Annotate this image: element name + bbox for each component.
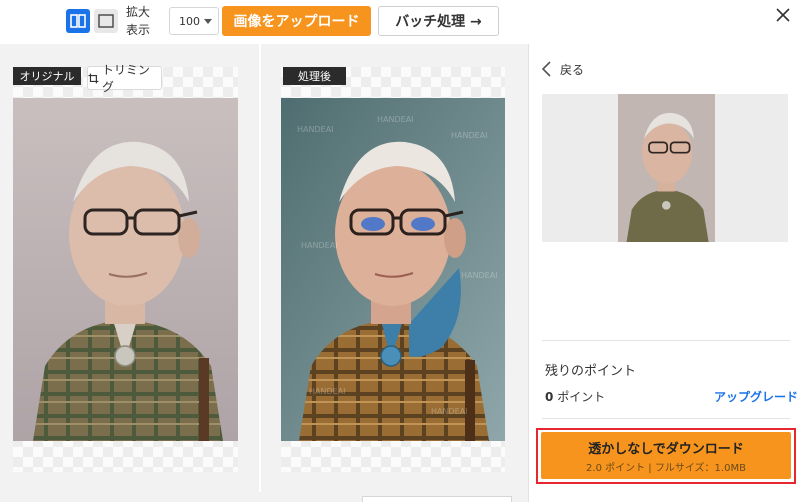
trim-label: トリミング	[101, 63, 150, 94]
remaining-points: 0 ポイント	[545, 388, 605, 405]
watermark-text: HANDEAI	[377, 115, 414, 124]
panel-separator	[542, 418, 790, 419]
split-view-icon	[70, 14, 86, 28]
single-view-button[interactable]	[94, 9, 118, 33]
close-icon[interactable]	[772, 4, 794, 26]
back-label: 戻る	[560, 62, 585, 77]
back-link[interactable]: 戻る	[540, 58, 584, 80]
watermark-text: HANDEAI	[431, 407, 468, 416]
crop-icon	[88, 73, 99, 83]
chevron-down-icon	[204, 19, 212, 24]
thumbnail-image	[618, 94, 715, 242]
processed-tag: 処理後	[283, 67, 346, 85]
watermark-text: HANDEAI	[451, 131, 488, 140]
panel-separator	[542, 340, 790, 341]
toolbar: 拡大 表示 100 画像をアップロード バッチ処理 →	[0, 0, 800, 44]
watermark-text: HANDEAI	[297, 125, 334, 134]
zoom-select[interactable]: 100	[169, 7, 219, 35]
processed-photo: HANDEAI HANDEAI HANDEAI HANDEAI HANDEAI …	[281, 98, 505, 441]
upload-button[interactable]: 画像をアップロード	[222, 6, 371, 36]
bottom-input[interactable]	[362, 496, 512, 502]
points-count: 0	[545, 390, 554, 404]
app-window: 拡大 表示 100 画像をアップロード バッチ処理 → オリジナル トリミング	[0, 0, 800, 502]
single-view-icon	[98, 14, 114, 28]
upgrade-link[interactable]: アップグレード	[714, 388, 798, 405]
original-portrait-image	[13, 98, 238, 441]
watermark-text: HANDEAI	[301, 241, 338, 250]
original-tag: オリジナル	[13, 67, 81, 85]
processed-portrait-image: HANDEAI HANDEAI HANDEAI HANDEAI HANDEAI …	[281, 98, 505, 441]
zoom-label: 拡大 表示	[126, 3, 156, 39]
zoom-value: 100	[179, 14, 200, 28]
zoom-label-line2: 表示	[126, 23, 151, 37]
zoom-label-line1: 拡大	[126, 5, 151, 19]
original-photo	[13, 98, 238, 441]
preview-thumbnail	[618, 94, 715, 242]
points-unit: ポイント	[557, 390, 606, 404]
watermark-text: HANDEAI	[309, 387, 346, 396]
remaining-points-title: 残りのポイント	[545, 364, 637, 379]
watermark-text: HANDEAI	[461, 271, 498, 280]
chevron-left-icon	[541, 61, 551, 77]
trim-button[interactable]: トリミング	[87, 63, 162, 94]
compare-divider[interactable]	[259, 44, 261, 492]
download-button-label[interactable]: 透かしなしでダウンロード	[541, 438, 791, 457]
batch-process-button[interactable]: バッチ処理 →	[378, 6, 499, 36]
split-view-button[interactable]	[66, 9, 90, 33]
download-button-detail[interactable]: 2.0 ポイント | フルサイズ：1.0MB	[541, 459, 791, 474]
